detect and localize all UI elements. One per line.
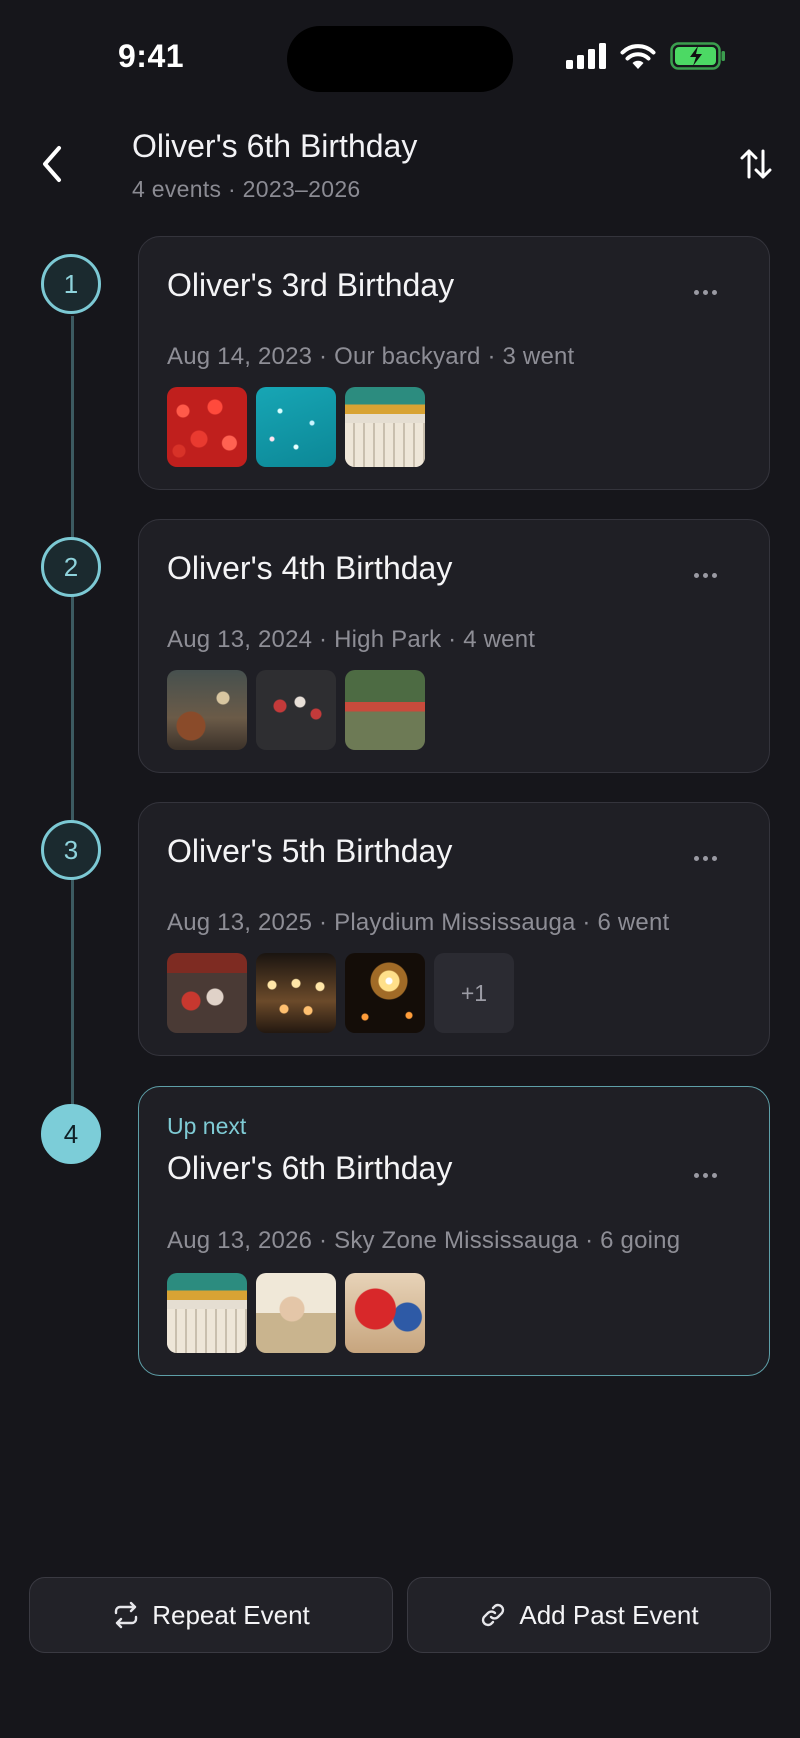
event-card[interactable]: Oliver's 4th Birthday Aug 13, 2024 · Hig… (138, 519, 770, 773)
more-options-button[interactable] (685, 1160, 725, 1190)
more-options-button[interactable] (685, 277, 725, 307)
back-button[interactable] (30, 140, 74, 188)
link-icon (482, 1603, 505, 1627)
battery-charging-icon (670, 42, 725, 70)
boy-photo[interactable] (256, 1273, 336, 1353)
event-card[interactable]: Oliver's 5th Birthday Aug 13, 2025 · Pla… (138, 802, 770, 1056)
teal-confetti-photo[interactable] (256, 387, 336, 467)
balloons-photo[interactable] (345, 387, 425, 467)
timeline-step: 2 (41, 537, 101, 597)
header: Oliver's 6th Birthday 4 events · 2023–20… (0, 120, 800, 210)
event-card-up-next[interactable]: Up next Oliver's 6th Birthday Aug 13, 20… (138, 1086, 770, 1376)
dot (693, 289, 699, 295)
event-meta: Aug 14, 2023 · Our backyard · 3 went (167, 343, 575, 370)
dot (702, 572, 708, 578)
dot (702, 1172, 708, 1178)
dot (693, 1172, 699, 1178)
repeat-icon (115, 1601, 138, 1629)
event-meta: Aug 13, 2025 · Playdium Mississauga · 6 … (167, 909, 670, 936)
event-title: Oliver's 3rd Birthday (167, 267, 455, 303)
chevron-left-icon (43, 146, 61, 182)
dot (711, 289, 717, 295)
sparkler-photo[interactable] (345, 953, 425, 1033)
status-bar: 9:41 (0, 0, 800, 110)
dot (711, 572, 717, 578)
superhero-photo[interactable] (345, 1273, 425, 1353)
crowd-photo[interactable] (167, 953, 247, 1033)
outdoor-party-photo[interactable] (167, 670, 247, 750)
cellular-signal-icon (566, 43, 606, 69)
strawberries-photo[interactable] (167, 387, 247, 467)
dot (702, 289, 708, 295)
more-options-button[interactable] (685, 843, 725, 873)
event-meta: Aug 13, 2024 · High Park · 4 went (167, 626, 536, 653)
banner-photo[interactable] (345, 670, 425, 750)
event-card[interactable]: Oliver's 3rd Birthday Aug 14, 2023 · Our… (138, 236, 770, 490)
event-meta: Aug 13, 2026 · Sky Zone Mississauga · 6 … (167, 1227, 681, 1254)
photo-strip (167, 670, 425, 750)
page-subtitle: 4 events · 2023–2026 (132, 176, 361, 202)
repeat-event-label: Repeat Event (152, 1599, 310, 1630)
event-title: Oliver's 6th Birthday (167, 1150, 453, 1186)
add-past-event-label: Add Past Event (519, 1599, 699, 1630)
dot (702, 855, 708, 861)
more-photos-button[interactable]: +1 (434, 953, 514, 1033)
add-past-event-button[interactable]: Add Past Event (407, 1577, 771, 1653)
page-title: Oliver's 6th Birthday (132, 128, 418, 164)
dot (711, 855, 717, 861)
status-time: 9:41 (118, 38, 185, 74)
dot (711, 1172, 717, 1178)
string-lights-photo[interactable] (256, 953, 336, 1033)
sort-arrows-icon (740, 149, 772, 179)
timeline-line (71, 316, 74, 1134)
timeline-step-current: 4 (41, 1104, 101, 1164)
dot (693, 855, 699, 861)
photo-strip: +1 (167, 953, 514, 1033)
dot (693, 572, 699, 578)
photo-strip (167, 1273, 425, 1353)
repeat-event-button[interactable]: Repeat Event (29, 1577, 393, 1653)
photo-strip (167, 387, 425, 467)
up-next-label: Up next (167, 1113, 247, 1139)
more-options-button[interactable] (685, 560, 725, 590)
event-title: Oliver's 4th Birthday (167, 550, 453, 586)
sort-button[interactable] (732, 140, 780, 188)
timeline-step: 1 (41, 254, 101, 314)
dynamic-island (287, 26, 513, 92)
timeline-step: 3 (41, 820, 101, 880)
status-icons (566, 42, 726, 70)
balloons-photo[interactable] (167, 1273, 247, 1353)
wifi-icon (620, 44, 656, 69)
event-title: Oliver's 5th Birthday (167, 833, 453, 869)
chalkboard-photo[interactable] (256, 670, 336, 750)
